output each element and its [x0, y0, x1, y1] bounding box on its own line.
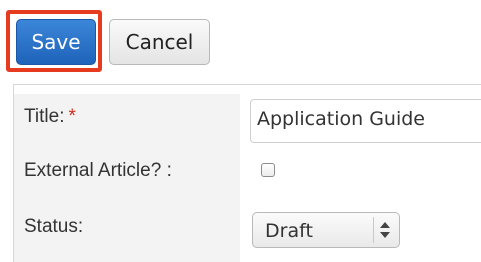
status-label: Status:: [24, 216, 84, 237]
save-button[interactable]: Save: [16, 19, 96, 65]
select-divider: [373, 217, 374, 243]
status-select-value: Draft: [265, 220, 313, 242]
title-input[interactable]: Application Guide: [250, 99, 481, 143]
status-label-cell: Status:: [14, 204, 240, 262]
up-down-arrows-icon: [380, 222, 390, 238]
external-article-label: External Article? :: [24, 160, 172, 181]
cancel-button[interactable]: Cancel: [109, 19, 210, 65]
title-label: Title:: [24, 106, 65, 127]
external-article-label-cell: External Article? :: [14, 150, 240, 204]
status-select[interactable]: Draft: [252, 212, 400, 248]
external-article-checkbox[interactable]: [261, 163, 275, 177]
title-label-cell: Title: *: [14, 94, 240, 150]
required-star: *: [68, 106, 76, 127]
